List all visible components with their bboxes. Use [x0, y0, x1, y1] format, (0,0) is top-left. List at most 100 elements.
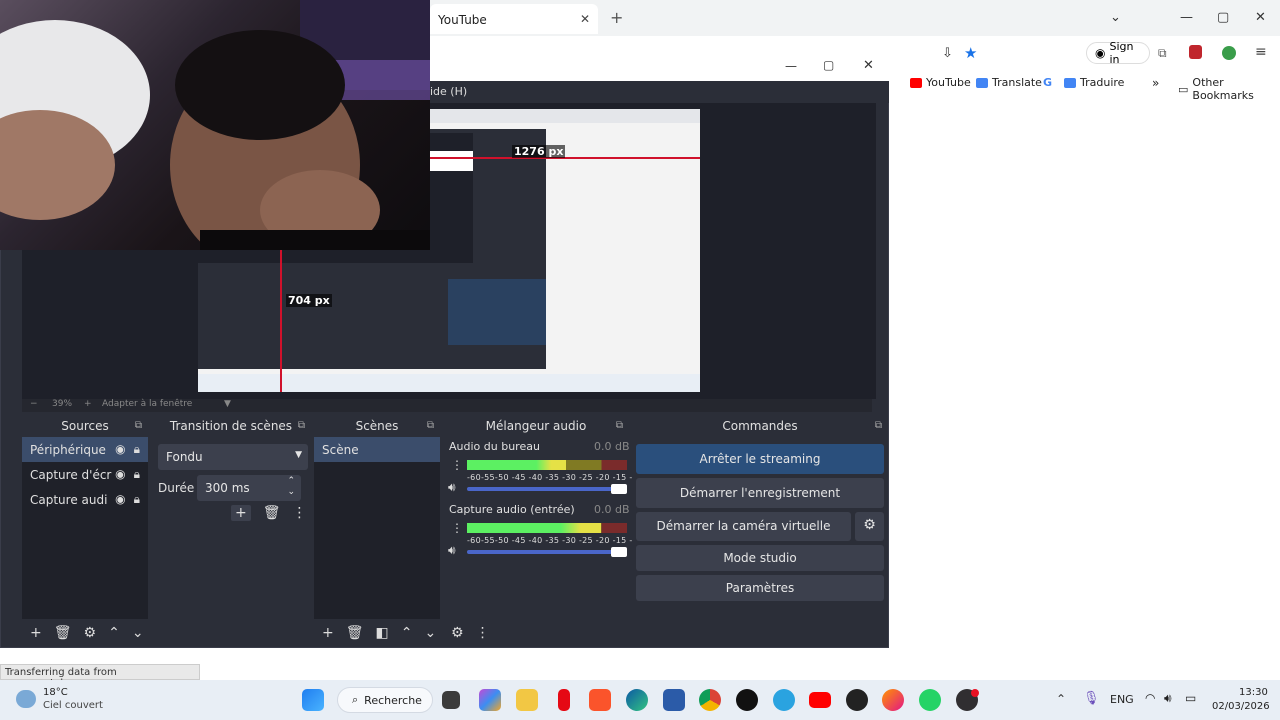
slider-handle[interactable] [611, 484, 627, 494]
speaker-icon[interactable]: 🔊︎ [448, 480, 456, 495]
volume-slider[interactable] [467, 547, 627, 557]
eye-icon[interactable]: ◉ [115, 492, 125, 507]
more-icon[interactable]: ⋮ [293, 505, 307, 521]
edge-icon[interactable] [626, 689, 648, 711]
weather-cloud-icon[interactable] [16, 690, 36, 708]
eye-icon[interactable]: ◉ [115, 442, 125, 457]
source-item[interactable]: Capture audi ◉ 🔒︎ [22, 487, 148, 512]
add-icon[interactable]: + [231, 505, 251, 521]
settings-button[interactable]: Paramètres [636, 575, 884, 601]
undock-icon[interactable]: ⧉ [298, 420, 305, 431]
add-icon[interactable]: + [30, 625, 42, 641]
source-item[interactable]: Capture d'écr ◉ 🔒︎ [22, 462, 148, 487]
start-recording-button[interactable]: Démarrer l'enregistrement [636, 478, 884, 508]
close-icon[interactable]: ✕ [1255, 10, 1266, 25]
microphone-icon[interactable]: 🎙︎ [1083, 691, 1100, 706]
volume-slider[interactable] [467, 484, 627, 494]
add-icon[interactable]: + [322, 625, 334, 641]
bookmark-traduire[interactable]: Traduire [1064, 76, 1124, 89]
new-tab-button[interactable]: + [610, 8, 623, 27]
undock-icon[interactable]: ⧉ [616, 420, 623, 431]
fit-to-window-label[interactable]: Adapter à la fenêtre [102, 399, 192, 409]
sign-in-button[interactable]: ◉ Sign in [1086, 40, 1150, 66]
maximize-icon[interactable]: ▢ [1217, 10, 1229, 25]
obs-close-icon[interactable]: ✕ [863, 58, 874, 73]
telegram-icon[interactable] [773, 689, 795, 711]
chatgpt-icon[interactable] [846, 689, 868, 711]
stop-streaming-button[interactable]: Arrêter le streaming [636, 444, 884, 474]
trash-icon[interactable]: 🗑︎ [54, 625, 72, 641]
bookmark-other[interactable]: ▭ Other Bookmarks [1178, 76, 1280, 102]
file-explorer-icon[interactable] [516, 689, 538, 711]
spin-arrows-icon[interactable]: ⌃ ⌄ [287, 476, 295, 498]
chrome-icon[interactable] [699, 689, 721, 711]
zoom-dropdown-icon[interactable]: ▼ [224, 399, 231, 409]
tiktok-icon[interactable] [736, 689, 758, 711]
menu-icon[interactable]: ≡ [1255, 44, 1267, 60]
transition-select[interactable]: Fondu ▼ [158, 444, 308, 470]
taskbar-search[interactable]: ⌕ Recherche [337, 687, 433, 713]
tab-youtube[interactable]: YouTube ✕ [430, 4, 598, 34]
source-item[interactable]: Périphérique ◉ 🔒︎ [22, 437, 148, 462]
studio-mode-button[interactable]: Mode studio [636, 545, 884, 571]
extensions-icon[interactable]: ⧉ [1158, 46, 1167, 61]
advanced-audio-icon[interactable]: ⚙ [451, 625, 464, 641]
filter-icon[interactable]: ◧ [376, 625, 389, 641]
obs-minimize-icon[interactable]: — [785, 59, 797, 73]
chevron-up-icon[interactable]: ⌃ [401, 625, 413, 641]
zoom-out-button[interactable]: − [30, 399, 38, 409]
copilot-icon[interactable] [479, 689, 501, 711]
menu-help[interactable]: ide (H) [430, 85, 467, 98]
virtual-camera-gear-icon[interactable]: ⚙ [855, 512, 884, 541]
duration-spinbox[interactable]: 300 ms ⌃ ⌄ [197, 475, 301, 501]
tab-close-icon[interactable]: ✕ [580, 12, 590, 26]
chevron-up-icon[interactable]: ⌃ [108, 625, 120, 641]
clock-date[interactable]: 02/03/2026 [1212, 701, 1270, 712]
store-icon[interactable] [663, 689, 685, 711]
lock-icon[interactable]: 🔒︎ [134, 492, 140, 507]
bookmarks-overflow-icon[interactable]: » [1152, 76, 1159, 90]
gear-icon[interactable]: ⚙ [84, 625, 97, 641]
chevron-down-icon[interactable]: ⌄ [424, 625, 436, 641]
obs-maximize-icon[interactable]: ▢ [823, 58, 834, 72]
start-virtual-camera-button[interactable]: Démarrer la caméra virtuelle [636, 512, 851, 541]
google-icon[interactable]: G [1043, 76, 1052, 89]
netflix-icon[interactable] [558, 689, 570, 711]
brave-icon[interactable] [589, 689, 611, 711]
battery-icon[interactable]: ▭ [1185, 691, 1196, 705]
slider-handle[interactable] [611, 547, 627, 557]
clock-time[interactable]: 13:30 [1239, 687, 1268, 698]
bookmark-youtube[interactable]: YouTube [910, 76, 971, 89]
extension-globe-icon[interactable] [1222, 46, 1236, 60]
speaker-icon[interactable]: 🔊︎ [448, 543, 456, 558]
tray-overflow-icon[interactable]: ⌃ [1056, 692, 1066, 706]
trash-icon[interactable]: 🗑︎ [263, 505, 281, 521]
more-icon[interactable]: ⋮ [476, 625, 490, 641]
trash-icon[interactable]: 🗑︎ [346, 625, 364, 641]
task-view-icon[interactable] [442, 691, 460, 709]
wifi-icon[interactable]: ◠ [1145, 691, 1155, 705]
lock-icon[interactable]: 🔒︎ [134, 467, 140, 482]
bookmark-translate[interactable]: Translate [976, 76, 1042, 89]
language-indicator[interactable]: ENG [1110, 693, 1134, 706]
channel-menu-icon[interactable]: ⋮ [451, 521, 463, 535]
lock-icon[interactable]: 🔒︎ [134, 442, 140, 457]
undock-icon[interactable]: ⧉ [427, 420, 434, 431]
chevron-down-icon[interactable]: ⌄ [132, 625, 144, 641]
ublock-icon[interactable] [1189, 45, 1202, 59]
zoom-in-button[interactable]: + [84, 399, 92, 409]
channel-menu-icon[interactable]: ⋮ [451, 458, 463, 472]
eye-icon[interactable]: ◉ [115, 467, 125, 482]
whatsapp-icon[interactable] [919, 689, 941, 711]
download-icon[interactable]: ⇩ [942, 46, 953, 61]
youtube-icon[interactable] [809, 692, 831, 708]
weather-temp[interactable]: 18°C [43, 687, 68, 698]
windows-start-icon[interactable] [302, 689, 324, 711]
undock-icon[interactable]: ⧉ [875, 420, 882, 431]
scene-item[interactable]: Scène [314, 437, 440, 462]
bookmark-star-icon[interactable]: ★ [964, 44, 977, 62]
firefox-icon[interactable] [882, 689, 904, 711]
volume-icon[interactable]: 🔊︎ [1164, 691, 1172, 706]
weather-desc[interactable]: Ciel couvert [43, 700, 103, 711]
undock-icon[interactable]: ⧉ [135, 420, 142, 431]
